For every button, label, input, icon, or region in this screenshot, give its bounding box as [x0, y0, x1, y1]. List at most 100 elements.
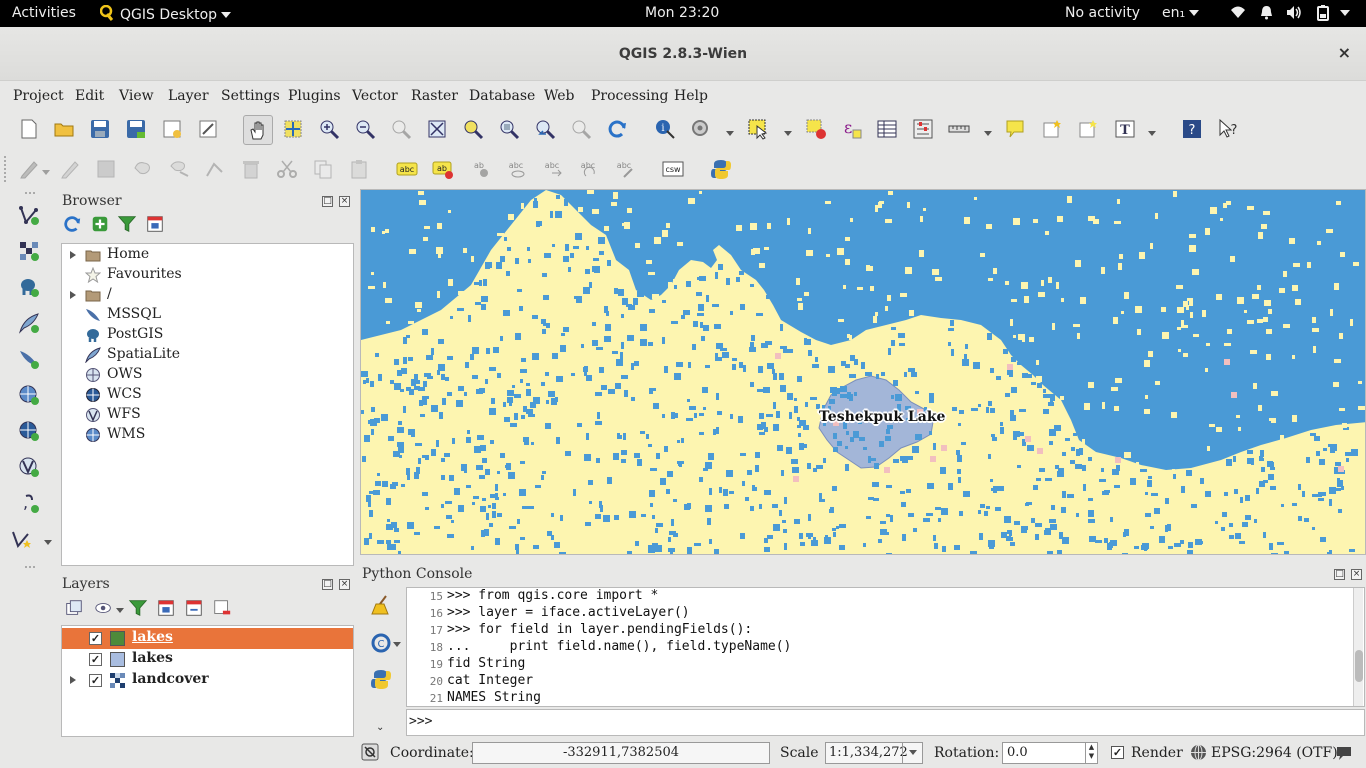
pin-labels-icon[interactable]: ab — [468, 156, 494, 182]
python-console-icon[interactable] — [708, 156, 734, 182]
collapse-all-icon[interactable] — [145, 214, 165, 234]
float-panel-icon[interactable]: □ — [322, 196, 333, 207]
add-wfs-layer-icon[interactable] — [16, 454, 42, 480]
move-feature-icon[interactable] — [166, 156, 192, 182]
volume-icon[interactable] — [1286, 5, 1303, 24]
collapse-all-icon[interactable] — [184, 598, 204, 618]
browser-item-postgis[interactable]: PostGIS — [62, 325, 353, 345]
rotation-spin-buttons[interactable]: ▲ ▼ — [1085, 743, 1097, 763]
deselect-features-icon[interactable] — [803, 116, 829, 142]
new-project-icon[interactable] — [16, 116, 42, 142]
filter-legend-icon[interactable] — [128, 598, 148, 618]
add-delimited-text-layer-icon[interactable]: , — [16, 490, 42, 516]
show-bookmarks-icon[interactable] — [1074, 116, 1100, 142]
menu-processing[interactable]: Processing — [591, 88, 669, 104]
menu-settings[interactable]: Settings — [221, 88, 280, 104]
expand-all-icon[interactable] — [156, 598, 176, 618]
expand-arrow-icon[interactable] — [70, 676, 76, 684]
layer-visibility-checkbox[interactable]: ✓ — [89, 674, 102, 687]
menu-edit[interactable]: Edit — [75, 88, 104, 104]
current-edits-icon[interactable] — [57, 156, 83, 182]
menu-project[interactable]: Project — [13, 88, 64, 104]
close-window-button[interactable]: × — [1338, 43, 1351, 62]
add-selected-layers-icon[interactable] — [90, 214, 110, 234]
browser-item-ows[interactable]: OWS — [62, 365, 353, 385]
keyboard-layout[interactable]: en₁ — [1162, 5, 1200, 21]
browser-item-root[interactable]: / — [62, 285, 353, 305]
toolbar-handle[interactable] — [25, 566, 35, 568]
show-hide-labels-icon[interactable]: abc — [504, 156, 530, 182]
message-log-icon[interactable] — [1335, 745, 1353, 761]
expand-arrow-icon[interactable] — [70, 291, 76, 299]
open-project-icon[interactable] — [51, 116, 77, 142]
activities-button[interactable]: Activities — [12, 5, 76, 21]
menu-plugins[interactable]: Plugins — [288, 88, 341, 104]
add-mssql-layer-icon[interactable] — [16, 346, 42, 372]
console-output[interactable]: 15 >>> from qgis.core import * 16 >>> laye… — [406, 587, 1365, 707]
zoom-in-icon[interactable] — [316, 116, 342, 142]
system-menu[interactable] — [1336, 5, 1350, 21]
battery-icon[interactable] — [1316, 5, 1330, 25]
zoom-full-icon[interactable] — [424, 116, 450, 142]
copy-features-icon[interactable] — [310, 156, 336, 182]
save-project-icon[interactable] — [87, 116, 113, 142]
scale-dropdown-button[interactable] — [902, 743, 922, 763]
chevron-down-icon[interactable] — [1148, 131, 1156, 136]
layer-visibility-checkbox[interactable]: ✓ — [89, 632, 102, 645]
menu-raster[interactable]: Raster — [411, 88, 458, 104]
chevron-down-icon[interactable] — [726, 131, 734, 136]
rotation-spinbox[interactable]: 0.0 ▲ ▼ — [1002, 742, 1098, 764]
layer-item-landcover[interactable]: ✓ landcover — [62, 670, 353, 691]
chevron-down-icon[interactable] — [984, 131, 992, 136]
new-shapefile-layer-icon[interactable] — [8, 526, 34, 552]
browser-item-spatialite[interactable]: SpatiaLite — [62, 345, 353, 365]
zoom-next-icon[interactable] — [568, 116, 594, 142]
pan-to-selection-icon[interactable] — [280, 116, 306, 142]
remove-layer-icon[interactable] — [212, 598, 232, 618]
save-layer-edits-icon[interactable] — [93, 156, 119, 182]
rotate-label-icon[interactable]: abc — [576, 156, 602, 182]
manage-visibility-icon[interactable] — [94, 598, 114, 618]
pan-map-icon[interactable] — [243, 115, 273, 145]
add-group-icon[interactable] — [64, 598, 84, 618]
browser-item-wfs[interactable]: WFS — [62, 405, 353, 425]
browser-item-home[interactable]: Home — [62, 245, 353, 265]
paste-features-icon[interactable] — [346, 156, 372, 182]
layer-labeling-icon[interactable]: abc — [394, 156, 420, 182]
zoom-native-resolution-icon[interactable] — [388, 116, 414, 142]
add-postgis-layer-icon[interactable] — [16, 274, 42, 300]
import-class-icon[interactable]: C — [368, 630, 394, 656]
save-as-icon[interactable] — [123, 116, 149, 142]
browser-item-wms[interactable]: WMS — [62, 425, 353, 445]
toggle-editing-icon[interactable] — [16, 156, 42, 182]
activity-status[interactable]: No activity — [1065, 5, 1140, 21]
zoom-to-layer-icon[interactable] — [496, 116, 522, 142]
layer-labeling-options-icon[interactable]: ab — [430, 156, 456, 182]
help-contents-icon[interactable]: ? — [1179, 116, 1205, 142]
whats-this-icon[interactable]: ? — [1215, 116, 1241, 142]
measure-line-icon[interactable] — [946, 116, 972, 142]
console-scrollbar[interactable] — [1353, 588, 1363, 706]
new-print-composer-icon[interactable] — [159, 116, 185, 142]
menu-vector[interactable]: Vector — [352, 88, 398, 104]
scrollbar-thumb[interactable] — [1355, 650, 1363, 682]
select-by-expression-icon[interactable]: ε — [839, 116, 865, 142]
show-editor-python-icon[interactable] — [368, 666, 394, 692]
csw-client-icon[interactable]: csw — [660, 156, 686, 182]
menu-view[interactable]: View — [119, 88, 154, 104]
float-panel-icon[interactable]: □ — [322, 579, 333, 590]
menu-database[interactable]: Database — [469, 88, 535, 104]
crs-status[interactable]: EPSG:2964 (OTF) — [1211, 745, 1338, 761]
composer-manager-icon[interactable] — [195, 116, 221, 142]
menu-layer[interactable]: Layer — [168, 88, 209, 104]
chevron-down-icon[interactable] — [393, 642, 401, 647]
zoom-last-icon[interactable] — [532, 116, 558, 142]
wifi-icon[interactable] — [1230, 5, 1246, 23]
change-label-icon[interactable]: abc — [612, 156, 638, 182]
chevron-down-icon[interactable] — [784, 131, 792, 136]
zoom-out-icon[interactable] — [352, 116, 378, 142]
menu-help[interactable]: Help — [674, 88, 708, 104]
expand-arrow-icon[interactable] — [70, 251, 76, 259]
toolbar-handle[interactable] — [4, 156, 8, 182]
console-input[interactable]: >>> — [406, 709, 1365, 736]
